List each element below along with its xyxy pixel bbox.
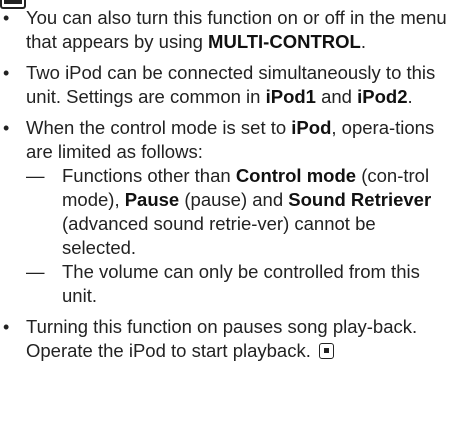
- ipod2-label: iPod2: [357, 86, 408, 107]
- dash: —: [26, 261, 45, 282]
- note-item: • Two iPod can be connected simultaneous…: [3, 62, 436, 107]
- sound-retriever-label: Sound Retriever: [288, 189, 432, 210]
- note-text: Turning this function on pauses song pla…: [26, 316, 418, 361]
- pause-label: Pause: [124, 189, 180, 210]
- control-mode-label: Control mode: [235, 165, 357, 186]
- note-item: • You can also turn this function on or …: [3, 7, 447, 52]
- limitation-item: — Functions other than Control mode (con…: [26, 165, 432, 258]
- multi-control-label: MULTI-CONTROL: [208, 31, 361, 52]
- bullet: •: [3, 63, 10, 83]
- dash: —: [26, 165, 45, 186]
- limitations-list: — Functions other than Control mode (con…: [26, 164, 452, 308]
- notes-list: • You can also turn this function on or …: [0, 6, 452, 370]
- bullet: •: [3, 317, 10, 337]
- note-item: • When the control mode is set to iPod, …: [0, 116, 452, 308]
- ipod-mode-label: iPod: [291, 117, 332, 138]
- bullet: •: [3, 8, 10, 28]
- note-text: When the control mode is set to: [26, 117, 287, 138]
- manual-page: • You can also turn this function on or …: [0, 0, 456, 438]
- ipod1-label: iPod1: [265, 86, 316, 107]
- note-item: • Turning this function on pauses song p…: [0, 315, 452, 363]
- end-of-section-mark-icon: [319, 343, 334, 359]
- bullet: •: [3, 118, 10, 138]
- limitation-item: — The volume can only be controlled from…: [26, 261, 420, 306]
